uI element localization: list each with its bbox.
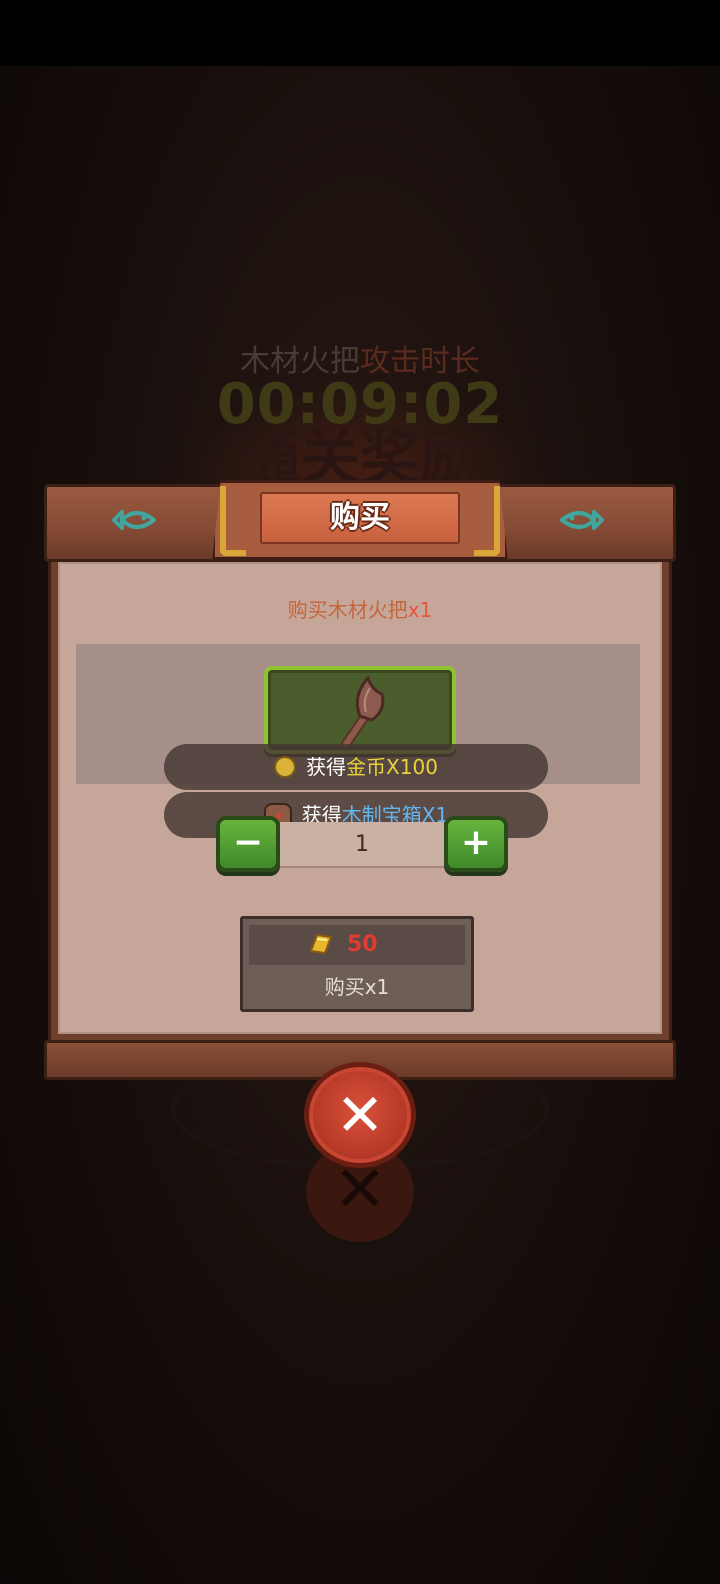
status-bar [0, 0, 720, 66]
dialog-title-plate: 购买 [212, 480, 508, 560]
reward-toast-coins: 获得金币X100 [164, 744, 548, 790]
decrease-quantity-button[interactable]: − [216, 816, 280, 872]
title-bracket-right [474, 486, 500, 556]
purchase-description-text: 购买木材火把 [287, 598, 408, 622]
close-icon: ✕ [335, 1081, 385, 1149]
reward-coins-amount: 金币X100 [346, 755, 438, 779]
wooden-torch-icon [341, 675, 385, 749]
purchase-description-qty: x1 [407, 598, 433, 622]
buy-button[interactable]: 50 购买x1 [240, 916, 474, 1012]
increase-quantity-button[interactable]: + [444, 816, 508, 872]
quantity-field[interactable]: 1 [280, 822, 444, 868]
purchase-dialog: 购买 购买木材火把x1 获得金币X100 获得木制宝箱X1 1 − + 50 购… [44, 480, 676, 1080]
minus-icon: − [232, 822, 264, 863]
plus-icon: + [460, 822, 492, 863]
fish-icon [112, 510, 156, 530]
gold-ingot-icon [309, 933, 333, 955]
reward-prefix: 获得 [306, 755, 347, 779]
buy-button-label: 购买x1 [324, 975, 390, 999]
fish-icon [560, 510, 604, 530]
purchase-description: 购买木材火把x1 [58, 594, 662, 623]
item-card [264, 666, 456, 754]
price-value: 50 [347, 932, 378, 957]
dialog-title: 购买 [260, 492, 460, 544]
coin-icon [274, 756, 297, 778]
title-bracket-left [220, 486, 246, 556]
price-bar: 50 [249, 925, 465, 965]
close-button[interactable]: ✕ [304, 1062, 416, 1168]
